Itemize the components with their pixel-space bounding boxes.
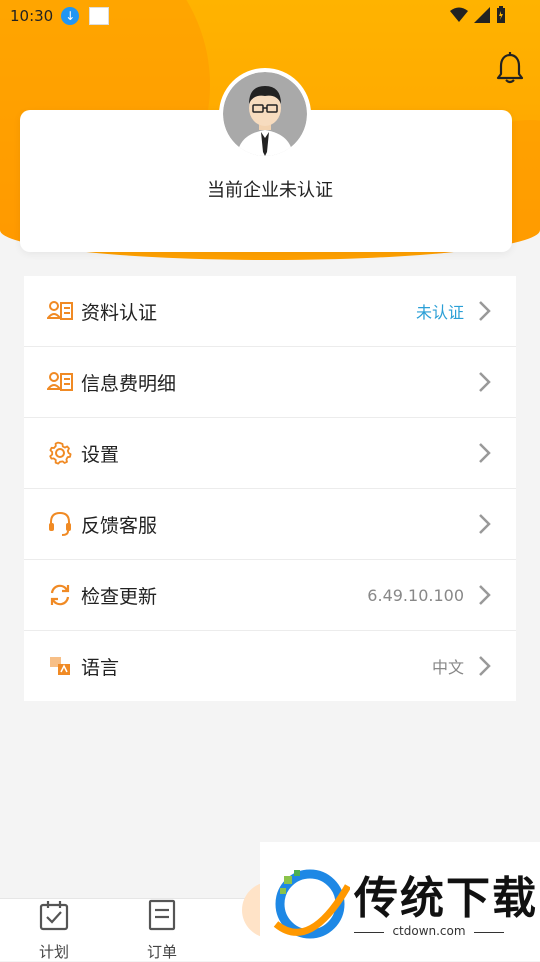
menu-item-label: 信息费明细 (81, 372, 177, 395)
menu-list: 资料认证 未认证 信息费明细 设置 反馈客服 检查更新 6.49.10.100 (24, 276, 516, 701)
chevron-right-icon (479, 443, 491, 463)
download-icon: ↓ (61, 7, 80, 25)
menu-item-label: 资料认证 (81, 301, 158, 324)
certification-status[interactable]: 当前企业未认证 (0, 176, 540, 202)
id-card-icon (47, 298, 73, 324)
tab-orders[interactable]: 订单 (132, 899, 192, 961)
menu-item-feedback-support[interactable]: 反馈客服 (24, 489, 516, 560)
document-icon (148, 899, 176, 931)
battery-icon (497, 6, 505, 23)
status-bar: 10:30 ↓ (0, 0, 540, 32)
watermark: 传统下载 ctdown.com (260, 842, 540, 960)
current-language: 中文 (431, 658, 464, 677)
tab-plan[interactable]: 计划 (24, 899, 84, 961)
translate-icon (47, 653, 73, 679)
menu-item-value: 未认证 (415, 303, 464, 322)
id-card-icon (47, 369, 73, 395)
chevron-right-icon (479, 372, 491, 392)
menu-item-check-update[interactable]: 检查更新 6.49.10.100 (24, 560, 516, 631)
refresh-icon (47, 582, 73, 608)
bell-icon[interactable] (496, 52, 524, 84)
menu-item-settings[interactable]: 设置 (24, 418, 516, 489)
watermark-url: ctdown.com (392, 924, 466, 938)
menu-item-data-certification[interactable]: 资料认证 未认证 (24, 276, 516, 347)
menu-item-language[interactable]: 语言 中文 (24, 631, 516, 701)
status-time: 10:30 (10, 7, 54, 25)
menu-item-label: 反馈客服 (81, 514, 158, 537)
tab-label: 计划 (38, 943, 69, 961)
headset-icon (47, 511, 73, 537)
status-indicators (450, 6, 506, 24)
chevron-right-icon (479, 514, 491, 534)
chevron-right-icon (479, 301, 491, 321)
watermark-logo (273, 869, 350, 939)
menu-item-label: 语言 (81, 656, 120, 679)
wifi-icon (450, 7, 468, 22)
calendar-check-icon (39, 901, 69, 931)
tab-label: 订单 (146, 943, 177, 961)
app-notification-icon (89, 7, 110, 25)
watermark-title: 传统下载 (354, 873, 538, 924)
user-avatar-icon (223, 72, 307, 156)
signal-icon (474, 7, 490, 23)
gear-icon (47, 440, 73, 466)
chevron-right-icon (479, 656, 491, 676)
menu-item-label: 检查更新 (81, 585, 158, 608)
menu-item-label: 设置 (81, 443, 120, 466)
version-number: 6.49.10.100 (367, 585, 464, 605)
menu-item-fee-details[interactable]: 信息费明细 (24, 347, 516, 418)
chevron-right-icon (479, 585, 491, 605)
avatar[interactable] (223, 72, 307, 156)
